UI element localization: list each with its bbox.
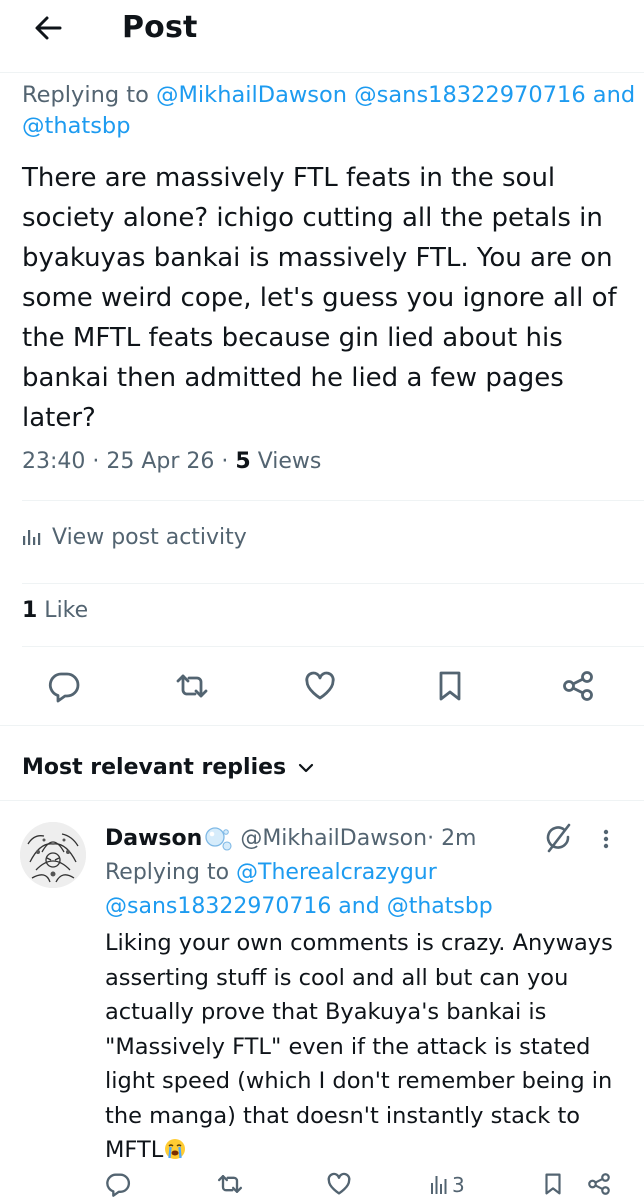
reply-reply-icon[interactable]: [104, 1170, 132, 1204]
reply-replying-prefix: Replying to: [105, 860, 237, 885]
share-icon[interactable]: [560, 668, 596, 704]
reply-icon[interactable]: [46, 668, 82, 704]
view-post-activity-link[interactable]: View post activity: [22, 520, 247, 554]
reply-analytics-icon: [430, 1170, 448, 1196]
reply-text: Liking your own comments is crazy. Anywa…: [105, 926, 635, 1168]
like-heart-icon[interactable]: [302, 668, 338, 704]
post-text: There are massively FTL feats in the sou…: [22, 163, 617, 433]
bubbles-emoji-icon: [204, 826, 232, 852]
post-meta: 23:40 · 25 Apr 26 · 5 Views: [22, 446, 321, 478]
chevron-down-icon: [298, 760, 314, 776]
reply-repost-icon[interactable]: [216, 1170, 244, 1204]
likes-count: 1: [22, 598, 38, 623]
post-timestamp[interactable]: 23:40 · 25 Apr 26 ·: [22, 449, 235, 474]
grok-icon[interactable]: [540, 820, 576, 856]
divider: [22, 646, 644, 647]
bookmark-icon[interactable]: [432, 668, 468, 704]
divider: [0, 72, 644, 73]
page-title: Post: [122, 10, 198, 45]
reply-bookmark-icon[interactable]: [540, 1170, 566, 1204]
views-label: Views: [250, 449, 322, 474]
likes-summary[interactable]: 1 Like: [22, 594, 88, 628]
views-count: 5: [235, 449, 251, 474]
reply-header: Dawson @MikhailDawson · 2m: [105, 822, 477, 856]
replies-sort-label: Most relevant replies: [22, 755, 287, 780]
repost-icon[interactable]: [174, 668, 210, 704]
more-options-icon[interactable]: [596, 822, 616, 856]
reply-body: Liking your own comments is crazy. Anywa…: [105, 930, 613, 1163]
replies-sort-dropdown[interactable]: Most relevant replies: [22, 752, 314, 784]
reply-like-heart-icon[interactable]: [325, 1170, 353, 1204]
replying-to: Replying to @MikhailDawson @sans18322970…: [22, 80, 642, 142]
avatar[interactable]: [20, 822, 86, 888]
loudly-crying-emoji-icon: [164, 1136, 186, 1159]
view-post-activity-label: View post activity: [52, 524, 247, 550]
divider: [22, 583, 644, 584]
reply-views[interactable]: 3: [430, 1170, 465, 1204]
analytics-icon: [22, 527, 42, 547]
divider: [22, 500, 644, 501]
reply-timestamp[interactable]: · 2m: [427, 822, 476, 856]
reply-share-icon[interactable]: [586, 1170, 612, 1204]
reply-views-count: 3: [452, 1173, 465, 1197]
divider: [0, 800, 644, 801]
reply-author-handle[interactable]: @MikhailDawson: [240, 822, 427, 856]
likes-label: Like: [37, 598, 89, 623]
replying-prefix: Replying to: [22, 82, 157, 108]
divider: [0, 725, 644, 726]
reply-replying-to: Replying to @Therealcrazygur @sans183229…: [105, 856, 635, 924]
reply-author-name[interactable]: Dawson: [105, 822, 202, 856]
back-arrow-icon[interactable]: [30, 10, 66, 46]
